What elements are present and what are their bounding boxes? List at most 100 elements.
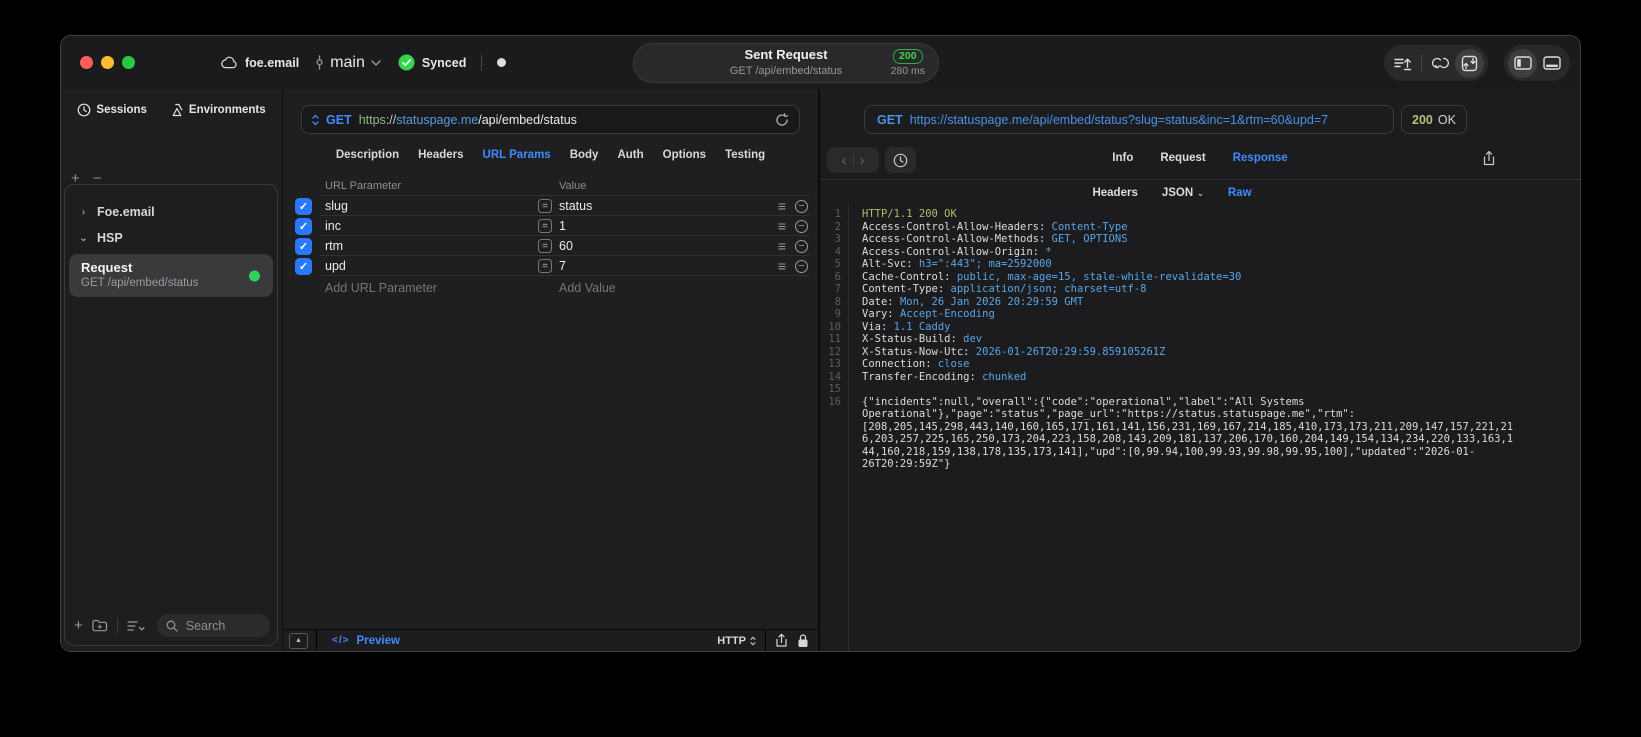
tab-description[interactable]: Description bbox=[336, 149, 399, 161]
import-export-button[interactable] bbox=[1455, 48, 1484, 78]
collapse-panel-button[interactable]: ▲ bbox=[289, 632, 308, 649]
new-request-button[interactable]: + bbox=[74, 618, 83, 633]
response-tab-response[interactable]: Response bbox=[1233, 152, 1288, 164]
send-queue-button[interactable] bbox=[1388, 49, 1417, 78]
minimize-window-button[interactable] bbox=[101, 56, 114, 69]
titlebar: foe.email main Synced Sent Request GET /… bbox=[61, 36, 1580, 89]
line-content: Cache-Control: public, max-age=15, stale… bbox=[848, 271, 1516, 284]
param-name[interactable]: upd bbox=[325, 259, 538, 273]
tab-environments[interactable]: Environments bbox=[169, 103, 266, 117]
remove-param-icon[interactable]: − bbox=[795, 259, 808, 273]
response-tab-info[interactable]: Info bbox=[1112, 152, 1133, 164]
param-name[interactable]: rtm bbox=[325, 239, 538, 253]
tab-url-params[interactable]: URL Params bbox=[483, 149, 551, 161]
add-url-parameter-placeholder[interactable]: Add URL Parameter bbox=[325, 281, 559, 295]
chevron-down-icon: ⌄ bbox=[79, 232, 88, 244]
code-segment: Accept-Encoding bbox=[899, 308, 995, 320]
toggle-sidebar-button[interactable] bbox=[1508, 48, 1537, 78]
view-tab-json[interactable]: JSON ⌄ bbox=[1162, 187, 1204, 199]
branch-selector[interactable]: main bbox=[315, 54, 381, 72]
param-value[interactable]: 7 bbox=[559, 259, 778, 273]
screen: foe.email main Synced Sent Request GET /… bbox=[0, 0, 1641, 737]
traffic-lights bbox=[80, 56, 135, 69]
sent-request-pill[interactable]: Sent Request GET /api/embed/status 200 2… bbox=[633, 43, 939, 83]
param-name[interactable]: slug bbox=[325, 199, 538, 213]
add-value-placeholder[interactable]: Add Value bbox=[559, 281, 616, 295]
equals-type-icon[interactable]: = bbox=[538, 199, 552, 213]
response-tab-request[interactable]: Request bbox=[1160, 152, 1205, 164]
tab-headers[interactable]: Headers bbox=[418, 149, 463, 161]
export-response-icon[interactable] bbox=[1482, 150, 1496, 166]
tab-options[interactable]: Options bbox=[663, 149, 706, 161]
param-checkbox[interactable]: ✓ bbox=[295, 197, 312, 215]
toolbar-actions-group bbox=[1384, 45, 1488, 81]
body-line: 1 HTTP/1.1 200 OK bbox=[820, 208, 1580, 221]
tab-testing[interactable]: Testing bbox=[725, 149, 765, 161]
param-value[interactable]: status bbox=[559, 199, 778, 213]
project-selector[interactable]: foe.email bbox=[221, 56, 299, 70]
request-url-bar[interactable]: GET https :// statuspage.me /api/embed/s… bbox=[301, 105, 800, 134]
body-line: 5 Alt-Svc: h3=":443"; ma=2592000 bbox=[820, 258, 1580, 271]
reorder-handle-icon[interactable]: ≡ bbox=[778, 259, 786, 273]
view-tab-raw[interactable]: Raw bbox=[1228, 187, 1252, 199]
method-stepper-icon[interactable] bbox=[312, 114, 319, 126]
param-name[interactable]: inc bbox=[325, 219, 538, 233]
zoom-window-button[interactable] bbox=[122, 56, 135, 69]
equals-type-icon[interactable]: = bbox=[538, 259, 552, 273]
tree-group-hsp[interactable]: ⌄ HSP bbox=[65, 225, 277, 251]
reorder-handle-icon[interactable]: ≡ bbox=[778, 199, 786, 213]
reorder-handle-icon[interactable]: ≡ bbox=[778, 219, 786, 233]
tab-auth[interactable]: Auth bbox=[617, 149, 643, 161]
param-checkbox[interactable]: ✓ bbox=[295, 217, 312, 235]
param-value[interactable]: 60 bbox=[559, 239, 778, 253]
toggle-bottom-panel-button[interactable] bbox=[1537, 49, 1566, 78]
response-method: GET bbox=[877, 112, 903, 127]
tab-sessions[interactable]: Sessions bbox=[77, 103, 147, 117]
sidebar-search[interactable] bbox=[156, 614, 270, 637]
new-folder-icon[interactable] bbox=[92, 619, 108, 632]
remove-param-icon[interactable]: − bbox=[795, 239, 808, 253]
line-content: Alt-Svc: h3=":443"; ma=2592000 bbox=[848, 258, 1516, 271]
sort-filter-icon[interactable] bbox=[127, 620, 146, 632]
reorder-handle-icon[interactable]: ≡ bbox=[778, 239, 786, 253]
tab-environments-label: Environments bbox=[188, 104, 266, 116]
remove-param-icon[interactable]: − bbox=[795, 219, 808, 233]
search-input[interactable] bbox=[183, 617, 261, 634]
preview-button[interactable]: </> Preview bbox=[332, 635, 400, 647]
view-tab-headers[interactable]: Headers bbox=[1092, 187, 1137, 199]
sent-request-url-box[interactable]: GET https://statuspage.me/api/embed/stat… bbox=[864, 105, 1394, 134]
request-item-method-path: GET /api/embed/status bbox=[81, 277, 199, 289]
sync-loop-button[interactable] bbox=[1426, 49, 1455, 78]
param-value[interactable]: 1 bbox=[559, 219, 778, 233]
share-icon[interactable] bbox=[775, 633, 788, 648]
body-line: 13 Connection: close bbox=[820, 358, 1580, 371]
equals-type-icon[interactable]: = bbox=[538, 239, 552, 253]
method-selector[interactable]: GET bbox=[326, 113, 352, 127]
request-list-item-selected[interactable]: Request GET /api/embed/status bbox=[69, 254, 273, 297]
param-checkbox[interactable]: ✓ bbox=[295, 237, 312, 255]
body-line: 7 Content-Type: application/json; charset… bbox=[820, 283, 1580, 296]
param-row-inc: ✓ inc = 1 ≡ − bbox=[283, 216, 818, 236]
project-name: foe.email bbox=[245, 55, 300, 70]
code-segment: * bbox=[1045, 245, 1052, 258]
code-icon: </> bbox=[332, 635, 350, 646]
tree-group-foe-email[interactable]: › Foe.email bbox=[65, 199, 277, 225]
url-host: statuspage.me bbox=[396, 112, 479, 127]
resend-request-icon[interactable] bbox=[775, 112, 789, 127]
response-controls-row: ‹ › Info Request Response bbox=[820, 146, 1580, 174]
chevron-down-icon bbox=[371, 59, 381, 66]
code-segment: Transfer-Encoding: bbox=[862, 370, 983, 383]
remove-param-icon[interactable]: − bbox=[795, 199, 808, 213]
line-number: 6 bbox=[834, 270, 841, 283]
url-input[interactable]: https :// statuspage.me /api/embed/statu… bbox=[359, 113, 577, 127]
close-window-button[interactable] bbox=[80, 56, 93, 69]
body-line: 10 Via: 1.1 Caddy bbox=[820, 321, 1580, 334]
sync-status[interactable]: Synced bbox=[398, 54, 466, 71]
line-content: X-Status-Now-Utc: 2026-01-26T20:29:59.85… bbox=[848, 346, 1516, 359]
branch-icon bbox=[315, 55, 324, 70]
lock-icon[interactable] bbox=[797, 633, 809, 648]
tab-body[interactable]: Body bbox=[570, 149, 599, 161]
equals-type-icon[interactable]: = bbox=[538, 219, 552, 233]
protocol-selector[interactable]: HTTP bbox=[717, 635, 756, 647]
param-checkbox[interactable]: ✓ bbox=[295, 257, 312, 275]
